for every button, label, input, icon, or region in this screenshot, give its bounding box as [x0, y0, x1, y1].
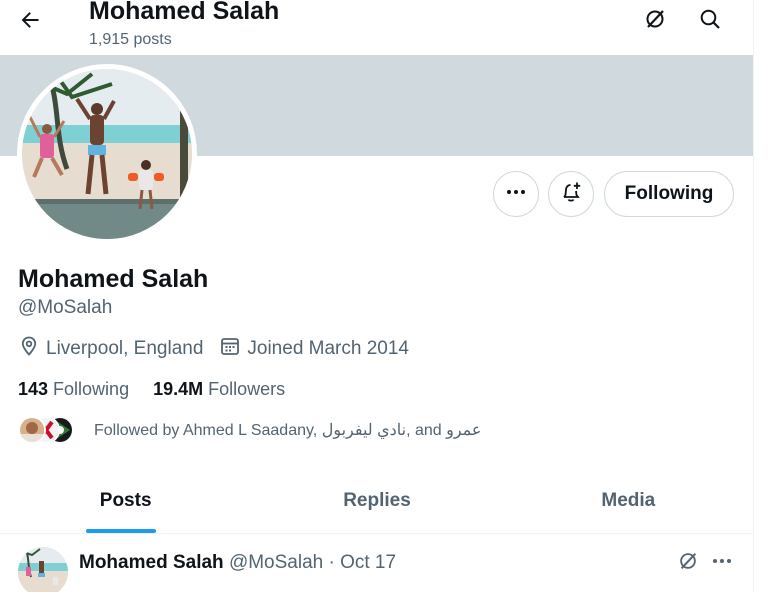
- header-title: Mohamed Salah: [89, 0, 280, 25]
- profile-name: Mohamed Salah: [18, 265, 209, 293]
- follow-stats: 143 Following 19.4M Followers: [18, 376, 309, 402]
- tab-replies-label: Replies: [343, 489, 411, 511]
- tweet-header: Mohamed Salah @MoSalah · Oct 17: [79, 551, 396, 575]
- grok-icon: [643, 7, 667, 36]
- profile-header: Mohamed Salah 1,915 posts: [0, 0, 753, 55]
- tab-posts-label: Posts: [99, 489, 152, 511]
- tab-media[interactable]: Media: [503, 468, 753, 533]
- following-count: 143: [18, 378, 49, 399]
- grok-button[interactable]: [637, 3, 673, 39]
- following-label: Following: [53, 378, 130, 399]
- followed-by-row[interactable]: Followed by Ahmed L Saadany, نادي ليفربو…: [18, 414, 481, 446]
- tweet-item[interactable]: Mohamed Salah @MoSalah · Oct 17: [0, 535, 753, 592]
- location-pin-icon: [18, 335, 46, 363]
- more-icon: [711, 550, 733, 577]
- grok-icon: [677, 550, 699, 577]
- followers-count: 19.4M: [153, 378, 204, 399]
- follower-avatar: [18, 416, 46, 444]
- following-button[interactable]: Following: [604, 171, 734, 217]
- location-item: Liverpool, England: [18, 335, 203, 363]
- calendar-icon: [219, 335, 247, 363]
- tweet-avatar[interactable]: [18, 547, 68, 592]
- profile-column: Mohamed Salah 1,915 posts Following Moha…: [0, 0, 754, 592]
- tab-media-label: Media: [601, 489, 656, 511]
- followed-by-text: Followed by Ahmed L Saadany, نادي ليفربو…: [94, 422, 482, 439]
- more-icon: [505, 181, 527, 208]
- followers-stat[interactable]: 19.4M Followers: [153, 379, 285, 400]
- search-icon: [698, 7, 722, 36]
- notifications-button[interactable]: [548, 171, 594, 217]
- profile-handle: @MoSalah: [18, 297, 113, 318]
- followed-by-avatars: [18, 414, 84, 446]
- post-count: 1,915 posts: [89, 31, 172, 48]
- location-text: Liverpool, England: [46, 338, 204, 359]
- arrow-left-icon: [18, 8, 42, 37]
- joined-item: Joined March 2014: [219, 335, 409, 363]
- tab-posts[interactable]: Posts: [0, 468, 251, 533]
- bell-plus-icon: [559, 180, 583, 209]
- profile-avatar[interactable]: [17, 64, 197, 244]
- back-button[interactable]: [12, 4, 48, 40]
- profile-meta: Liverpool, England Joined March 2014: [18, 336, 425, 362]
- following-stat[interactable]: 143 Following: [18, 379, 129, 400]
- more-options-button[interactable]: [493, 171, 539, 217]
- tweet-author-name[interactable]: Mohamed Salah: [79, 552, 224, 573]
- followers-label: Followers: [208, 378, 286, 399]
- profile-tabs: Posts Replies Media: [0, 468, 753, 534]
- active-tab-indicator: [86, 529, 156, 533]
- search-button[interactable]: [692, 3, 728, 39]
- tweet-more-button[interactable]: [710, 551, 734, 575]
- tab-replies[interactable]: Replies: [251, 468, 502, 533]
- tweet-handle-time[interactable]: @MoSalah · Oct 17: [229, 552, 396, 573]
- tweet-grok-button[interactable]: [676, 551, 700, 575]
- scrollbar-track[interactable]: [754, 0, 768, 592]
- joined-text: Joined March 2014: [247, 338, 409, 359]
